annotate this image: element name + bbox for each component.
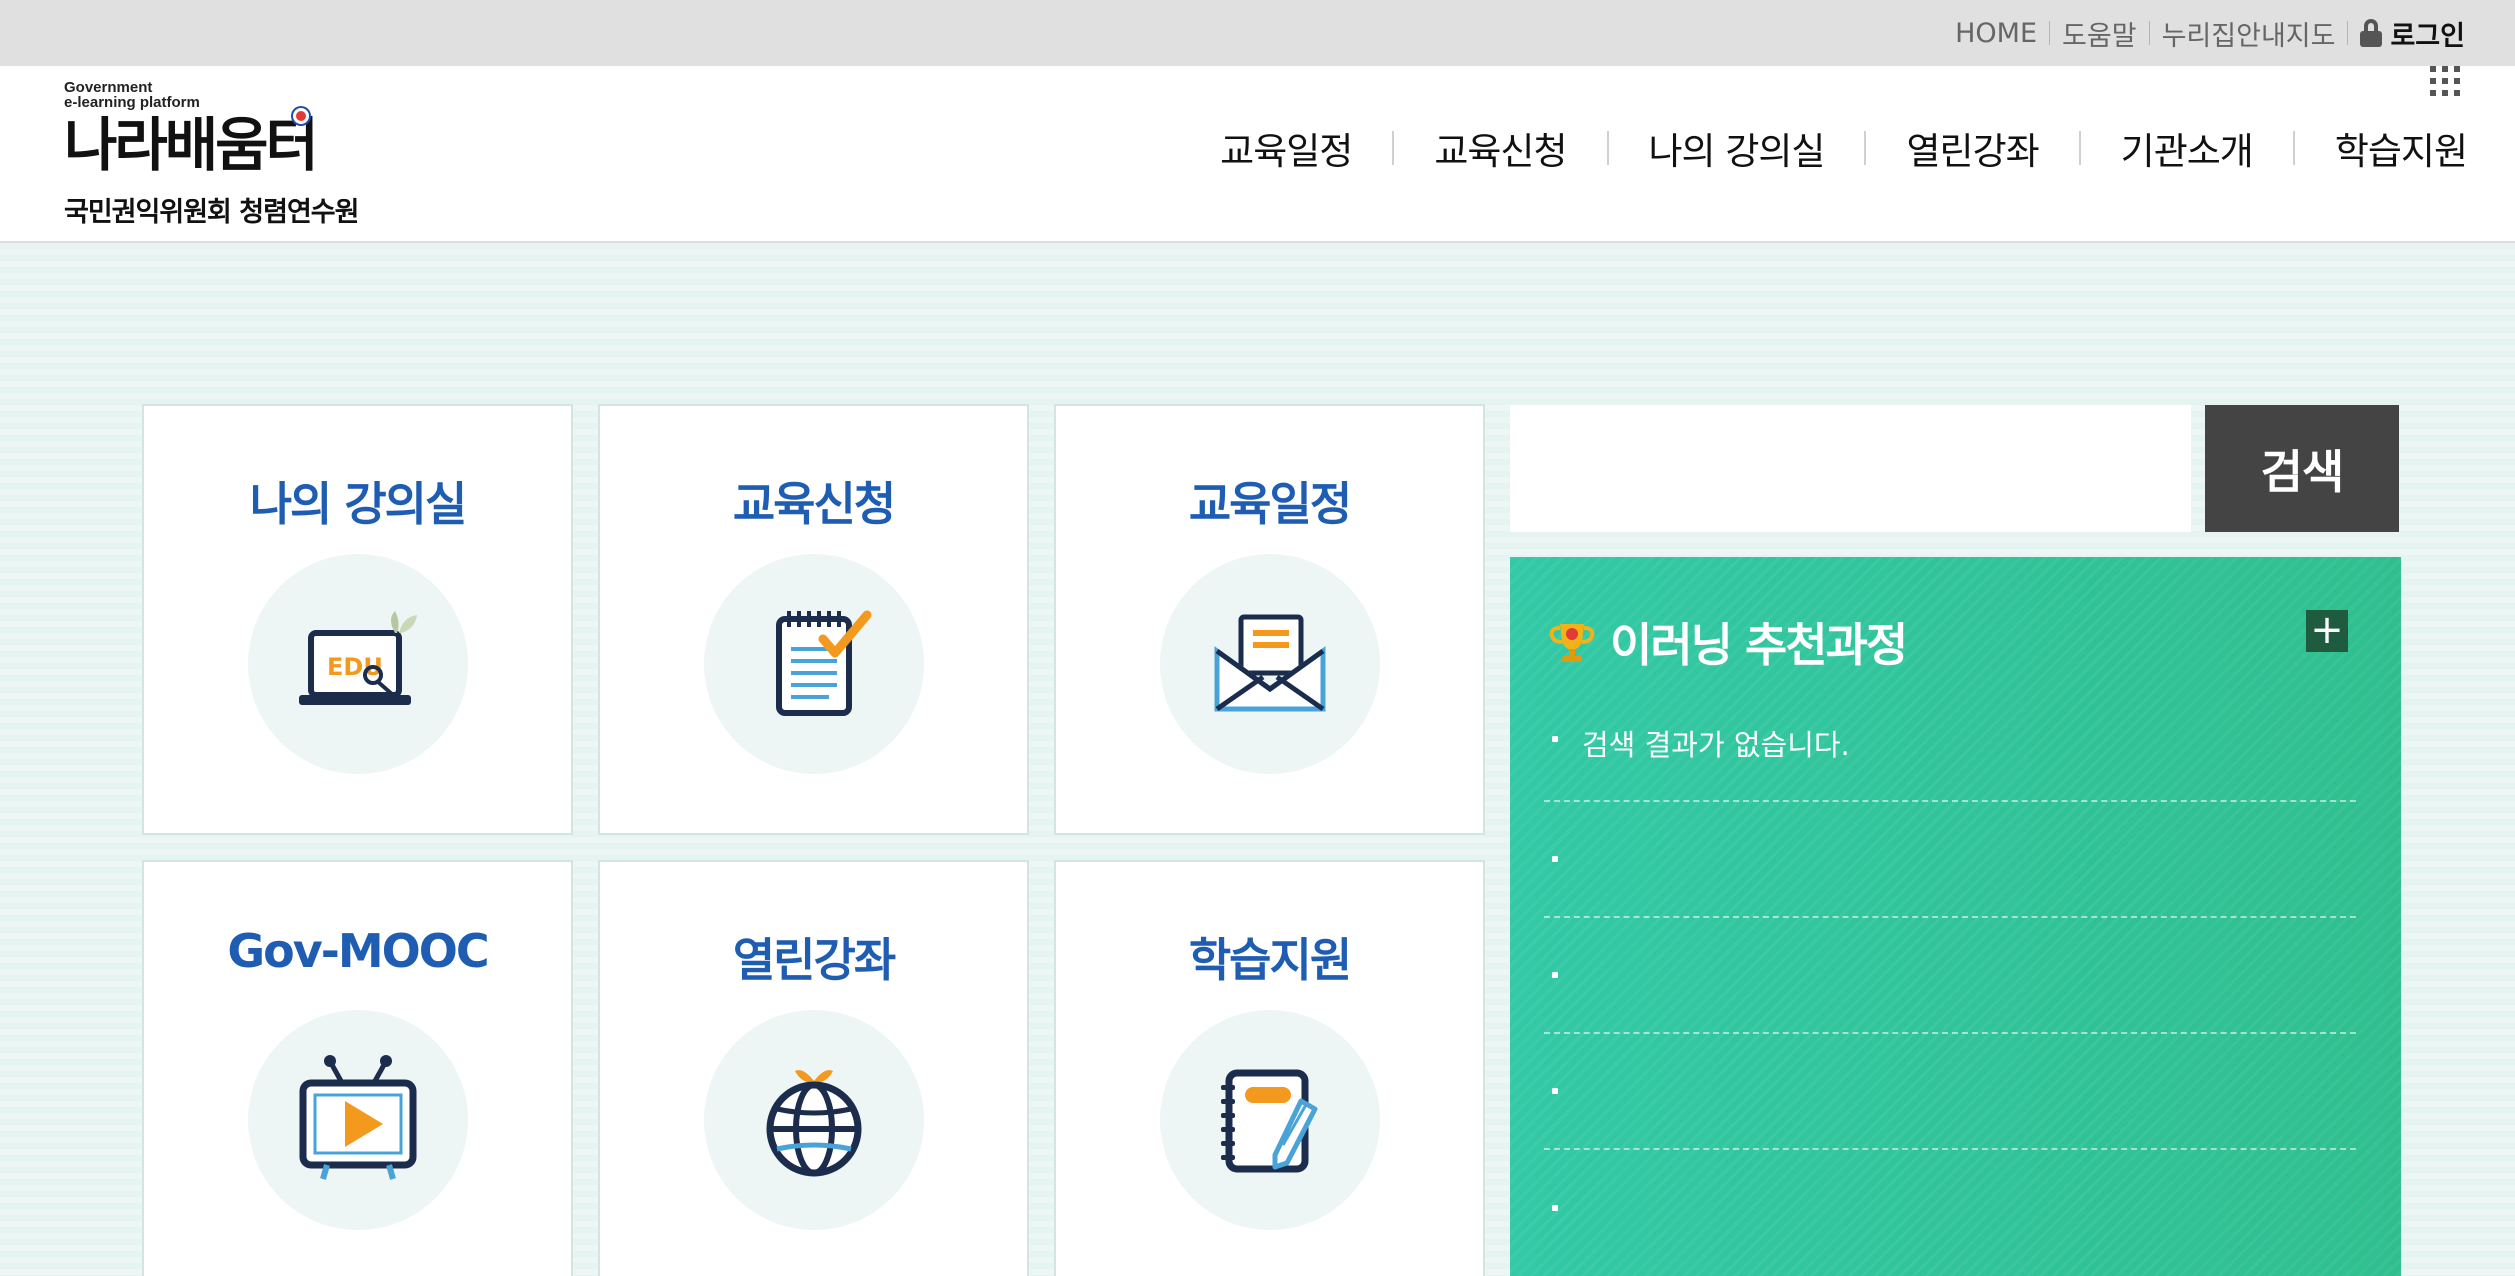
- login-label: 로그인: [2390, 20, 2465, 52]
- more-button[interactable]: +: [2306, 610, 2348, 652]
- nav-item-schedule[interactable]: 교육일정: [1180, 121, 1392, 175]
- tile-icon-circle: [247, 1010, 468, 1230]
- tile-title: 교육일정: [1188, 477, 1352, 531]
- list-item[interactable]: [1544, 918, 2356, 1034]
- search-input[interactable]: [1510, 405, 2191, 532]
- bullet: [1552, 1205, 1558, 1211]
- help-link[interactable]: 도움말: [2050, 14, 2149, 53]
- nav-item-about[interactable]: 기관소개: [2081, 121, 2293, 175]
- search-button[interactable]: 검색: [2205, 405, 2399, 532]
- nav-item-apply[interactable]: 교육신청: [1394, 121, 1606, 175]
- tile-icon-circle: [703, 1010, 924, 1230]
- panel-header: 이러닝 추천과정: [1548, 609, 1908, 675]
- tile-icon-circle: [1159, 1010, 1380, 1230]
- tile-title: 교육신청: [732, 477, 896, 531]
- notepad-check-icon: [775, 610, 871, 716]
- sitemap-link[interactable]: 누리집안내지도: [2150, 14, 2348, 53]
- tile-icon-circle: EDU: [247, 554, 468, 774]
- list-item-text: 검색 결과가 없습니다.: [1582, 728, 1850, 762]
- list-item[interactable]: [1544, 1150, 2356, 1266]
- tile-course-apply[interactable]: 교육신청: [598, 404, 1029, 835]
- tile-open-lectures[interactable]: 열린강좌: [598, 860, 1029, 1276]
- login-link[interactable]: 로그인: [2348, 14, 2465, 53]
- bullet: [1552, 1088, 1558, 1094]
- bullet: [1552, 856, 1558, 862]
- envelope-icon: [1214, 614, 1325, 712]
- tv-play-icon: [299, 1055, 416, 1180]
- panel-title: 이러닝 추천과정: [1610, 618, 1908, 672]
- laptop-edu-icon: EDU: [298, 611, 417, 705]
- tile-title: 나의 강의실: [249, 477, 468, 531]
- list-item[interactable]: [1544, 802, 2356, 918]
- tile-course-schedule[interactable]: 교육일정: [1054, 404, 1485, 835]
- nav-item-learning-support[interactable]: 학습지원: [2295, 121, 2468, 175]
- utility-bar: HOME 도움말 누리집안내지도 로그인: [0, 0, 2515, 66]
- home-link[interactable]: HOME: [1943, 18, 2049, 49]
- tile-title: 학습지원: [1188, 933, 1352, 987]
- bullet: [1552, 736, 1558, 742]
- notebook-pencil-icon: [1220, 1069, 1317, 1173]
- tile-icon-circle: [703, 554, 924, 774]
- tile-my-classroom[interactable]: 나의 강의실 EDU: [142, 404, 573, 835]
- nav-item-open-lectures[interactable]: 열린강좌: [1866, 121, 2078, 175]
- recommended-list: 검색 결과가 없습니다.: [1544, 722, 2356, 1266]
- logo-wordmark: 나라배움터: [64, 111, 319, 179]
- organization-name: 국민권익위원회 청렴연수원: [64, 197, 359, 228]
- site-logo[interactable]: Government e-learning platform 나라배움터 국민권…: [64, 80, 384, 240]
- lock-icon: [2360, 19, 2383, 47]
- tile-title: Gov-MOOC: [227, 924, 489, 978]
- tile-icon-circle: [1159, 554, 1380, 774]
- logo-subtitle-1: Government: [64, 79, 153, 96]
- list-item[interactable]: [1544, 1034, 2356, 1150]
- logo-dot-icon: [293, 108, 309, 124]
- globe-icon: [766, 1070, 861, 1177]
- nav-item-my-classroom[interactable]: 나의 강의실: [1609, 121, 1865, 175]
- logo-subtitle-2: e-learning platform: [64, 94, 200, 111]
- bullet: [1552, 972, 1558, 978]
- site-header: Government e-learning platform 나라배움터 국민권…: [0, 66, 2515, 243]
- trophy-icon: [1549, 624, 1595, 662]
- tile-title: 열린강좌: [732, 933, 896, 987]
- tile-gov-mooc[interactable]: Gov-MOOC: [142, 860, 573, 1276]
- all-menu-grid-icon[interactable]: [2430, 66, 2460, 96]
- main-nav: 교육일정 교육신청 나의 강의실 열린강좌 기관소개 학습지원: [1180, 121, 2468, 175]
- recommended-courses-panel: 이러닝 추천과정 + 검색 결과가 없습니다.: [1510, 557, 2401, 1276]
- tile-learning-support[interactable]: 학습지원: [1054, 860, 1485, 1276]
- utility-links: HOME 도움말 누리집안내지도 로그인: [1943, 0, 2465, 66]
- list-item: 검색 결과가 없습니다.: [1544, 722, 2356, 802]
